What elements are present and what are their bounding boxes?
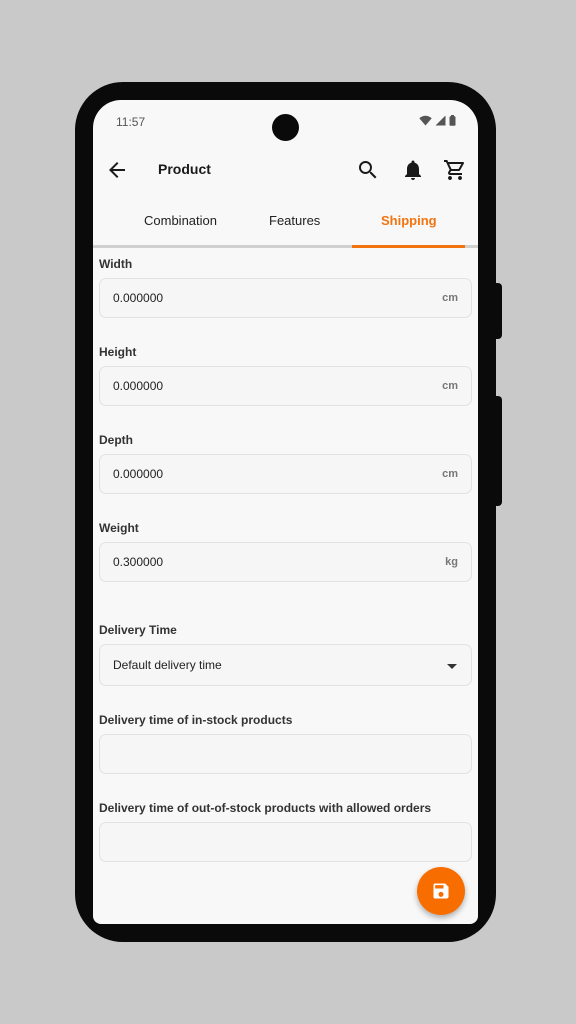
out-of-stock-delivery-label: Delivery time of out-of-stock products w… bbox=[99, 801, 432, 815]
in-stock-delivery-label: Delivery time of in-stock products bbox=[99, 713, 293, 727]
in-stock-delivery-field[interactable] bbox=[99, 734, 472, 774]
depth-value: 0.000000 bbox=[113, 467, 164, 481]
signal-icon bbox=[435, 115, 446, 126]
weight-label: Weight bbox=[99, 521, 139, 535]
arrow-back-icon[interactable] bbox=[105, 158, 129, 182]
page-title: Product bbox=[158, 161, 211, 177]
active-tab-indicator bbox=[352, 245, 465, 248]
width-field[interactable]: 0.000000 cm bbox=[99, 278, 472, 318]
weight-value: 0.300000 bbox=[113, 555, 164, 569]
dropdown-caret-icon bbox=[447, 664, 457, 669]
height-label: Height bbox=[99, 345, 137, 359]
tab-features[interactable]: Features bbox=[269, 213, 320, 228]
delivery-time-selected: Default delivery time bbox=[113, 658, 222, 672]
power-button bbox=[494, 283, 502, 339]
width-label: Width bbox=[99, 257, 133, 271]
out-of-stock-delivery-field[interactable] bbox=[99, 822, 472, 862]
volume-button bbox=[494, 396, 502, 506]
status-icons bbox=[419, 115, 456, 126]
save-button[interactable] bbox=[417, 867, 465, 915]
bell-icon[interactable] bbox=[401, 158, 425, 182]
wifi-icon bbox=[419, 115, 432, 126]
width-value: 0.000000 bbox=[113, 291, 164, 305]
front-camera bbox=[272, 114, 299, 141]
tab-shipping[interactable]: Shipping bbox=[381, 213, 437, 228]
tab-bar: Combination Features Shipping bbox=[93, 202, 478, 248]
screen: 11:57 Product Combination Features Shipp… bbox=[93, 100, 478, 924]
depth-field[interactable]: 0.000000 cm bbox=[99, 454, 472, 494]
cart-icon[interactable] bbox=[443, 158, 467, 182]
width-unit: cm bbox=[442, 292, 458, 304]
delivery-time-label: Delivery Time bbox=[99, 623, 177, 637]
weight-field[interactable]: 0.300000 kg bbox=[99, 542, 472, 582]
depth-label: Depth bbox=[99, 433, 133, 447]
search-icon[interactable] bbox=[356, 158, 380, 182]
height-unit: cm bbox=[442, 380, 458, 392]
tab-combination[interactable]: Combination bbox=[144, 213, 217, 228]
status-time: 11:57 bbox=[116, 115, 146, 129]
status-bar: 11:57 bbox=[93, 100, 478, 144]
depth-unit: cm bbox=[442, 468, 458, 480]
height-value: 0.000000 bbox=[113, 379, 164, 393]
app-bar: Product bbox=[93, 144, 478, 196]
save-icon bbox=[433, 883, 449, 899]
height-field[interactable]: 0.000000 cm bbox=[99, 366, 472, 406]
delivery-time-select[interactable]: Default delivery time bbox=[99, 644, 472, 686]
battery-icon bbox=[449, 115, 456, 126]
weight-unit: kg bbox=[445, 556, 458, 568]
